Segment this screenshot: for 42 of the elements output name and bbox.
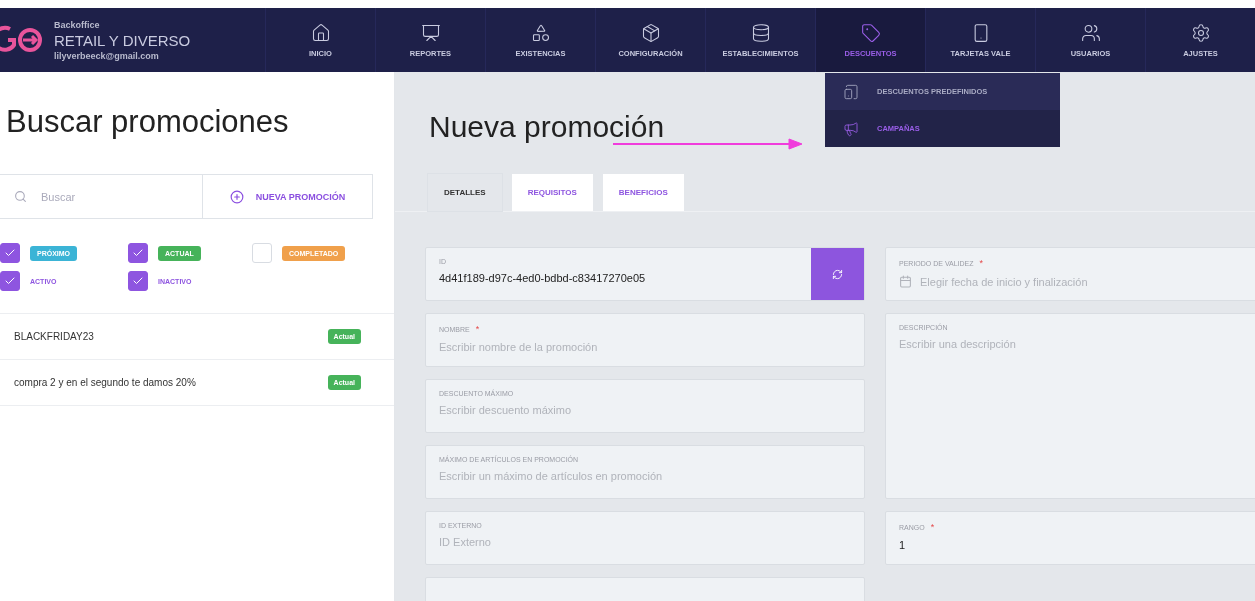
box-icon: [640, 22, 661, 43]
shapes-icon: [530, 22, 551, 43]
tab[interactable]: REQUISITOS: [511, 174, 593, 211]
field-placeholder: Escribir una descripción: [899, 338, 1017, 350]
required-mark: *: [979, 258, 984, 268]
chart-icon: [420, 22, 441, 43]
field-placeholder: Escribir nombre de la promoción: [439, 341, 599, 353]
check-icon: [4, 247, 16, 259]
devices-icon: [843, 83, 859, 100]
required-mark: *: [475, 324, 480, 334]
tab[interactable]: BENEFICIOS: [602, 174, 684, 211]
stack-icon: [750, 22, 771, 43]
users-icon: [1080, 22, 1101, 43]
check-icon: [4, 275, 16, 287]
field-placeholder: Elegir fecha de inicio y finalización: [920, 275, 1088, 288]
logo-icon: [0, 25, 44, 55]
field-value: 1: [899, 539, 907, 551]
refresh-icon: [832, 268, 843, 280]
required-mark: *: [930, 522, 935, 532]
checkbox[interactable]: [0, 271, 20, 291]
settings-icon: [1190, 22, 1211, 43]
promotion-name: BLACKFRIDAY23: [14, 331, 94, 342]
field-placeholder: Escribir descuento máximo: [439, 404, 573, 416]
user-email: lilyverbeeck@gmail.com: [54, 50, 160, 61]
check-icon: [132, 275, 144, 287]
promotion-name: compra 2 y en el segundo te damos 20%: [14, 377, 196, 388]
calendar-icon: [899, 275, 912, 288]
field-value: 4d41f189-d97c-4ed0-bdbd-c83417270e05: [439, 272, 647, 284]
checkbox[interactable]: [128, 271, 148, 291]
check-icon: [132, 247, 144, 259]
field-placeholder: ID Externo: [439, 536, 492, 548]
megaphone-icon: [843, 120, 859, 137]
home-icon: [310, 22, 331, 43]
brand-subtitle: Backoffice: [54, 19, 101, 30]
brand-title: RETAIL Y DIVERSO: [54, 31, 191, 49]
field-placeholder: Escribir un máximo de artículos en promoción: [439, 470, 664, 482]
checkbox[interactable]: [128, 243, 148, 263]
tag-icon: [860, 22, 881, 43]
tab[interactable]: DETALLES: [428, 174, 502, 211]
checkbox[interactable]: [0, 243, 20, 263]
page-title: Buscar promociones: [6, 104, 290, 140]
form-title: Nueva promoción: [429, 110, 665, 144]
